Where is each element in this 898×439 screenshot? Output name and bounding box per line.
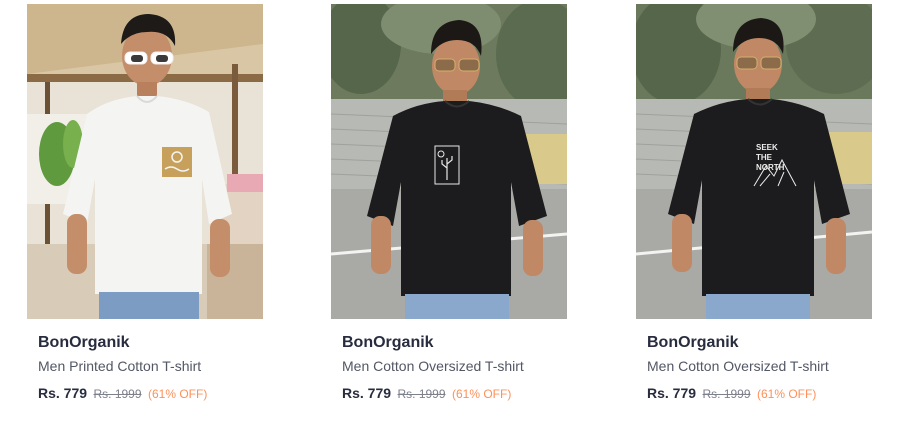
product-mrp: Rs. 1999 bbox=[397, 387, 446, 401]
product-price: Rs. 779 bbox=[342, 385, 392, 401]
white-printed-tshirt-image bbox=[27, 4, 263, 319]
product-discount: (61% OFF) bbox=[451, 387, 512, 401]
product-name: Men Printed Cotton T-shirt bbox=[38, 358, 202, 374]
product-brand: BonOrganik bbox=[342, 334, 434, 351]
product-mrp: Rs. 1999 bbox=[93, 387, 142, 401]
price-row: Rs. 779 Rs. 1999 (61% OFF) bbox=[38, 384, 263, 403]
product-mrp: Rs. 1999 bbox=[702, 387, 751, 401]
svg-text:THE: THE bbox=[756, 153, 773, 162]
product-card[interactable]: BonOrganik Men Cotton Oversized T-shirt … bbox=[331, 4, 567, 403]
product-name: Men Cotton Oversized T-shirt bbox=[342, 358, 524, 374]
product-image[interactable]: SEEK THE NORTH bbox=[636, 4, 872, 319]
product-image[interactable] bbox=[27, 4, 263, 319]
product-discount: (61% OFF) bbox=[756, 387, 817, 401]
product-name: Men Cotton Oversized T-shirt bbox=[647, 358, 829, 374]
product-card[interactable]: SEEK THE NORTH BonOrganik Men Cotton Ove… bbox=[636, 4, 872, 403]
product-image[interactable] bbox=[331, 4, 567, 319]
product-card[interactable]: BonOrganik Men Printed Cotton T-shirt Rs… bbox=[27, 4, 263, 403]
price-row: Rs. 779 Rs. 1999 (61% OFF) bbox=[647, 384, 872, 403]
price-row: Rs. 779 Rs. 1999 (61% OFF) bbox=[342, 384, 567, 403]
product-price: Rs. 779 bbox=[647, 385, 697, 401]
black-cactus-tshirt-image bbox=[331, 4, 567, 319]
product-price: Rs. 779 bbox=[38, 385, 88, 401]
print-text: SEEK bbox=[756, 143, 778, 152]
product-brand: BonOrganik bbox=[38, 334, 130, 351]
product-discount: (61% OFF) bbox=[147, 387, 208, 401]
black-mountain-tshirt-image: SEEK THE NORTH bbox=[636, 4, 872, 319]
product-brand: BonOrganik bbox=[647, 334, 739, 351]
